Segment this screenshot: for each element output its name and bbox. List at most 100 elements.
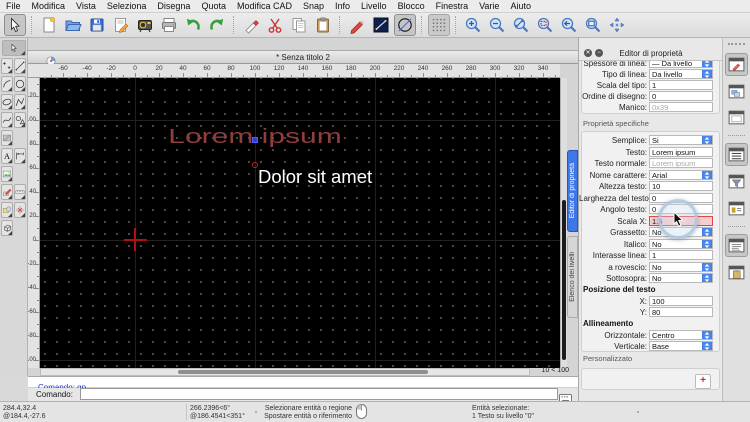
property-field-interasse-linea[interactable]: 1 xyxy=(649,250,713,260)
block-tools-button[interactable] xyxy=(1,202,13,218)
zoom-out-button[interactable] xyxy=(486,14,508,36)
ruler-tick xyxy=(243,75,244,77)
draw-polygon-button[interactable] xyxy=(14,112,26,128)
draw-hatch-button[interactable] xyxy=(1,130,13,146)
horizontal-scrollbar[interactable] xyxy=(40,368,530,376)
property-field-y[interactable]: 80 xyxy=(649,307,713,317)
pen-edit-button[interactable] xyxy=(240,14,262,36)
dock-list-window-icon[interactable] xyxy=(725,143,748,166)
command-input[interactable] xyxy=(80,388,558,400)
menu-blocco[interactable]: Blocco xyxy=(398,1,425,11)
zoom-in-button[interactable] xyxy=(462,14,484,36)
property-field-italico[interactable]: No xyxy=(649,239,713,249)
zoom-pan-button[interactable] xyxy=(582,14,604,36)
vertical-scrollbar-thumb[interactable] xyxy=(562,200,566,360)
menu-vista[interactable]: Vista xyxy=(76,1,96,11)
menu-finestra[interactable]: Finestra xyxy=(436,1,469,11)
menu-quota[interactable]: Quota xyxy=(201,1,226,11)
document-titlebar[interactable]: * Senza titolo 2 xyxy=(28,50,578,64)
zoom-window-button[interactable] xyxy=(534,14,556,36)
selection-pointer-button[interactable] xyxy=(2,40,26,56)
zoom-previous-icon xyxy=(560,16,578,34)
selection-pointer-button[interactable] xyxy=(4,14,26,36)
dock-empty-window-icon[interactable] xyxy=(725,106,748,129)
menu-varie[interactable]: Varie xyxy=(479,1,499,11)
modify-tools-button[interactable] xyxy=(1,184,13,200)
file-edit-button[interactable] xyxy=(110,14,132,36)
property-field-semplice[interactable]: Si xyxy=(649,135,713,145)
draw-ellipse-button[interactable] xyxy=(1,94,13,110)
file-open-button[interactable] xyxy=(62,14,84,36)
property-field-ordine-di-disegno[interactable]: 0 xyxy=(649,91,713,101)
view-3d-button[interactable] xyxy=(1,220,13,236)
menu-seleziona[interactable]: Seleziona xyxy=(107,1,147,11)
dock-text-window-icon[interactable] xyxy=(725,234,748,257)
vertical-scrollbar[interactable] xyxy=(560,78,567,368)
paste-button[interactable] xyxy=(312,14,334,36)
draw-circle-button[interactable] xyxy=(14,76,26,92)
property-field-a-rovescio[interactable]: No xyxy=(649,262,713,272)
undo-button[interactable] xyxy=(182,14,204,36)
draw-dimension-button[interactable] xyxy=(14,148,26,164)
property-field-altezza-testo[interactable]: 10 xyxy=(649,181,713,191)
menu-aiuto[interactable]: Aiuto xyxy=(510,1,531,11)
cut-button[interactable] xyxy=(264,14,286,36)
copy-button[interactable] xyxy=(288,14,310,36)
dock-reference-window-icon[interactable] xyxy=(725,197,748,220)
property-field-testo[interactable]: Lorem ipsum xyxy=(649,147,713,157)
menu-livello[interactable]: Livello xyxy=(361,1,387,11)
pan-move-button[interactable] xyxy=(606,14,628,36)
property-field-nome-carattere[interactable]: Arial xyxy=(649,170,713,180)
ellipse-tool-button[interactable] xyxy=(394,14,416,36)
file-open-icon xyxy=(64,16,82,34)
menu-info[interactable]: Info xyxy=(335,1,350,11)
zoom-auto-button[interactable] xyxy=(510,14,532,36)
tab-property-editor[interactable]: Editor di proprietà xyxy=(567,150,578,232)
snap-tools-button[interactable] xyxy=(14,202,26,218)
draw-points-button[interactable] xyxy=(1,58,13,74)
horizontal-scrollbar-thumb[interactable] xyxy=(178,370,428,374)
dock-layers-window-icon[interactable] xyxy=(725,80,748,103)
render-preview-button[interactable] xyxy=(134,14,156,36)
property-label-testo-normale: Testo normale: xyxy=(579,159,647,168)
property-field-scala-del-tipo[interactable]: 1 xyxy=(649,80,713,90)
dock-clipboard-window-icon[interactable] xyxy=(725,261,748,284)
draw-text-button[interactable]: A xyxy=(1,148,13,164)
property-field-verticale[interactable]: Base xyxy=(649,341,713,351)
file-save-button[interactable] xyxy=(86,14,108,36)
grid-toggle-button[interactable] xyxy=(428,14,450,36)
selection-handle[interactable] xyxy=(252,137,258,143)
draw-pencil-button[interactable] xyxy=(346,14,368,36)
property-field-tipo-di-linea[interactable]: Da livello xyxy=(649,69,713,79)
insert-image-button[interactable] xyxy=(1,166,13,182)
property-field-orizzontale[interactable]: Centro xyxy=(649,330,713,340)
draw-arc-button[interactable] xyxy=(1,76,13,92)
zoom-previous-button[interactable] xyxy=(558,14,580,36)
add-custom-property-button[interactable]: + xyxy=(695,374,711,389)
print-preview-button[interactable] xyxy=(158,14,180,36)
measure-tools-button[interactable] xyxy=(14,184,26,200)
dock-handle[interactable] xyxy=(728,43,745,45)
v-ruler-label: 100 xyxy=(28,117,36,123)
draw-polyline-button[interactable] xyxy=(14,94,26,110)
draw-line-button[interactable] xyxy=(14,58,26,74)
file-new-button[interactable] xyxy=(38,14,60,36)
menu-snap[interactable]: Snap xyxy=(303,1,324,11)
ruler-tick xyxy=(471,73,472,77)
redo-button[interactable] xyxy=(206,14,228,36)
dock-filter-window-icon[interactable] xyxy=(725,170,748,193)
dock-pencil-window-icon[interactable] xyxy=(725,53,748,76)
property-field-x[interactable]: 100 xyxy=(649,296,713,306)
draw-spline-button[interactable] xyxy=(1,112,13,128)
menu-disegna[interactable]: Disegna xyxy=(157,1,190,11)
line-from-points-button[interactable] xyxy=(370,14,392,36)
drawing-canvas[interactable]: Lorem ipsum Dolor sit amet xyxy=(40,78,560,368)
property-field-sottosopra[interactable]: No xyxy=(649,273,713,283)
tab-layer-list[interactable]: Elenco dei livelli xyxy=(567,236,578,318)
menu-modifica-cad[interactable]: Modifica CAD xyxy=(237,1,292,11)
text-entity[interactable]: Dolor sit amet xyxy=(258,166,372,188)
menu-modifica[interactable]: Modifica xyxy=(32,1,66,11)
ruler-tick xyxy=(303,73,304,77)
menu-file[interactable]: File xyxy=(6,1,21,11)
dock-icon-strip xyxy=(722,38,750,401)
